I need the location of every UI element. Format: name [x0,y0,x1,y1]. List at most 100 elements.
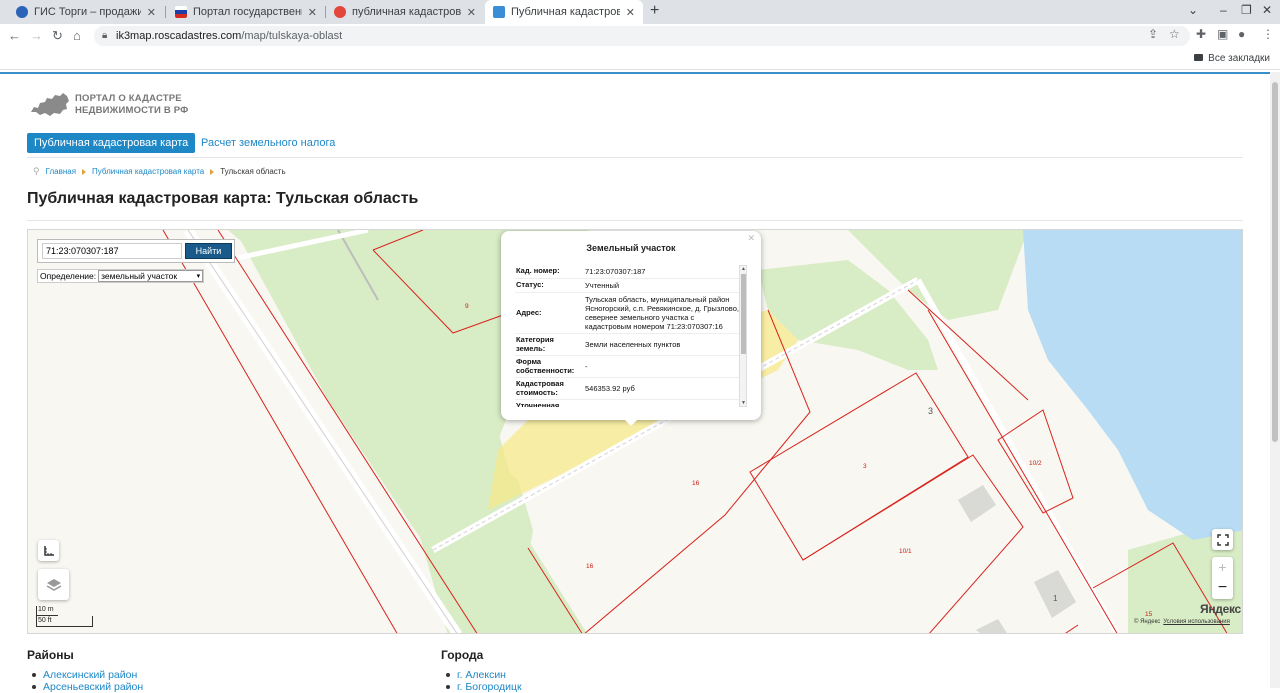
popup-scrollbar[interactable]: ▲ ▼ [739,265,747,407]
breadcrumb-home[interactable]: Главная [46,167,76,176]
parcel-label: 10/1 [899,548,912,555]
tab-bar: ГИС Торги – продажи госуд ✕ Портал госуд… [0,0,1280,24]
cadastral-number-input[interactable] [42,243,182,259]
nav-land-tax[interactable]: Расчет земельного налога [201,133,335,153]
divider [27,220,1243,221]
home-icon[interactable]: ⌂ [73,28,81,43]
close-tab-icon[interactable]: ✕ [626,6,635,19]
divider [27,157,1243,158]
breadcrumb: ⚲ Главная Публичная кадастровая карта Ту… [33,166,286,177]
cities-title: Города [441,648,484,662]
profile-icon[interactable]: ● [1238,27,1245,41]
city-link[interactable]: г. Богородицк [442,681,522,693]
ruler-icon [43,545,54,556]
tab-cadastral-map-active[interactable]: Публичная кадастровая ка ✕ [485,0,643,24]
definition-label: Определение: [40,271,97,281]
parcel-label: 9 [465,303,469,310]
breadcrumb-current: Тульская область [220,167,286,176]
forward-icon[interactable]: → [30,28,43,43]
side-panel-icon[interactable]: ▣ [1217,27,1228,41]
parcel-label: 16 [586,563,594,570]
popup-pointer [623,418,639,426]
breadcrumb-arrow-icon [210,168,215,175]
reload-icon[interactable]: ↻ [52,28,63,44]
cadastral-map[interactable]: 9 16 16 3 3 10/2 10/1 1 15 Найти Определ… [27,229,1243,634]
city-link[interactable]: г. Алексин [442,669,522,681]
parcel-label: 10/2 [1029,460,1042,467]
close-tab-icon[interactable]: ✕ [147,6,156,19]
table-row: Кадастровая стоимость: 546353.92 руб [515,378,740,400]
tab-yandex-search[interactable]: публичная кадастровая кар ✕ [326,0,484,24]
url-field[interactable]: 🔒︎ ik3map.roscadastres.com/map/tulskaya-… [94,26,1190,46]
map-copyright: © Яндекс Условия использования [1134,619,1230,625]
tab-search-chevron-icon[interactable]: ⌄ [1188,3,1198,17]
house-number-label: 1 [1053,594,1058,603]
extensions-icon[interactable]: ✚ [1196,27,1206,41]
new-tab-icon[interactable]: + [650,2,659,20]
parcel-info-popup: ✕ Земельный участок Кад. номер: 71:23:070… [501,231,761,426]
yandex-logo[interactable]: Яндекс [1200,602,1241,616]
table-row: Статус: Учтенный [515,279,740,293]
zoom-in-icon[interactable]: + [1218,557,1226,578]
nav-cadastral-map[interactable]: Публичная кадастровая карта [27,133,196,153]
close-window-icon[interactable]: ✕ [1262,3,1272,17]
close-tab-icon[interactable]: ✕ [308,6,317,19]
page-scrollbar[interactable] [1270,72,1280,688]
location-pin-icon: ⚲ [33,166,40,176]
layers-icon [46,578,61,591]
parcel-label: 3 [863,463,867,470]
fullscreen-button[interactable] [1212,529,1233,550]
gis-torgi-favicon-icon [16,6,28,18]
layers-button[interactable] [38,569,69,600]
bookmark-star-icon[interactable]: ☆ [1169,27,1180,41]
table-row: Адрес: Тульская область, муниципальный ра… [515,293,740,334]
table-row: Кад. номер: 71:23:070307:187 [515,265,740,279]
address-bar-row: ← → ↻ ⌂ 🔒︎ ik3map.roscadastres.com/map/t… [0,24,1280,48]
region-link[interactable]: Арсеньевский район [28,681,143,693]
regions-list: Алексинский район Арсеньевский район [28,669,143,693]
map-scale: 10 m 50 ft [36,606,93,628]
share-icon[interactable]: ⇪ [1148,27,1158,41]
table-row: Форма собственности: - [515,356,740,378]
definition-row: Определение: земельный участок ▾ [37,269,205,283]
zoom-out-icon[interactable]: − [1218,578,1227,599]
table-row: Уточненная [515,400,740,407]
russian-flag-icon [175,6,187,18]
russia-map-logo-icon[interactable] [30,90,70,118]
close-tab-icon[interactable]: ✕ [467,6,476,19]
cities-list: г. Алексин г. Богородицк [442,669,522,693]
back-icon[interactable]: ← [8,28,21,43]
region-link[interactable]: Алексинский район [28,669,143,681]
zoom-control: + − [1212,557,1233,599]
regions-title: Районы [27,648,74,662]
site-top-border [0,72,1270,74]
cadastre-favicon-icon [493,6,505,18]
search-button[interactable]: Найти [185,243,232,259]
restore-icon[interactable]: ❐ [1241,3,1252,17]
chevron-down-icon: ▾ [196,273,201,280]
breadcrumb-map[interactable]: Публичная кадастровая карта [92,167,204,176]
breadcrumb-arrow-icon [82,168,87,175]
minimize-icon[interactable]: – [1220,3,1227,17]
terms-link[interactable]: Условия использования [1163,619,1230,625]
popup-scrollbar-thumb[interactable] [741,274,746,354]
definition-select[interactable]: земельный участок ▾ [98,270,204,282]
scrollbar-thumb[interactable] [1272,82,1278,442]
bookmarks-bar: Все закладки [0,48,1280,70]
parcel-label: 16 [692,480,700,487]
scroll-up-icon[interactable]: ▲ [741,266,746,272]
parcel-info-table[interactable]: Кад. номер: 71:23:070307:187 Статус: Учтен… [515,265,740,407]
tab-separator [165,6,166,18]
site-info-icon[interactable]: 🔒︎ [102,26,107,46]
portal-logo-text[interactable]: ПОРТАЛ О КАДАСТРЕ НЕДВИЖИМОСТИ В РФ [75,93,189,117]
ruler-button[interactable] [38,540,59,561]
tab-gosuslugi[interactable]: Портал государственных у ✕ [167,0,325,24]
table-row: Категория земель: Земли населенных пункто… [515,334,740,356]
scroll-down-icon[interactable]: ▼ [741,400,746,406]
parcel-label: 15 [1145,611,1153,618]
tab-gis-torgi[interactable]: ГИС Торги – продажи госуд ✕ [8,0,164,24]
all-bookmarks-button[interactable]: Все закладки [1194,53,1270,64]
folder-icon [1194,54,1204,61]
menu-icon[interactable]: ⋮ [1262,27,1274,41]
fullscreen-icon [1216,533,1229,546]
